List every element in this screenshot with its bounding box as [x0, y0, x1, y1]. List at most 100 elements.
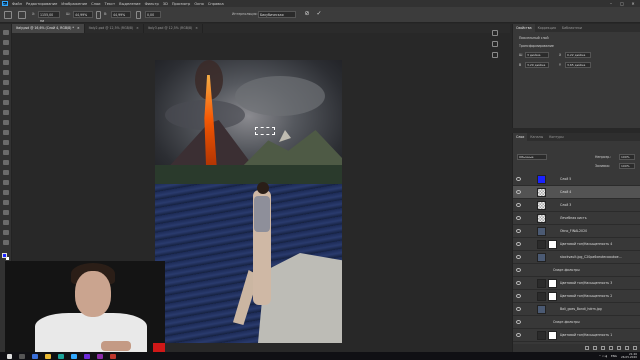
- quick-select-tool-icon[interactable]: [3, 60, 9, 65]
- menu-image[interactable]: Изображение: [61, 2, 87, 6]
- adjustment-layer-icon[interactable]: [609, 346, 613, 350]
- menu-edit[interactable]: Редактирование: [26, 2, 57, 6]
- layer-thumbnail[interactable]: [537, 201, 546, 210]
- menu-3d[interactable]: 3D: [163, 2, 168, 6]
- tab-italy2[interactable]: Italy2.psd @ 12,5% (RGB/8) ×: [85, 24, 144, 33]
- opacity-field[interactable]: 100%: [619, 154, 635, 160]
- tab-channels[interactable]: Каналы: [527, 133, 546, 141]
- after-effects-taskbar-icon[interactable]: [97, 353, 103, 359]
- layer-mask-thumbnail[interactable]: [548, 240, 557, 249]
- layer-row[interactable]: Okno_FINAL2020: [513, 225, 640, 238]
- new-group-icon[interactable]: [617, 346, 621, 350]
- maximize-button[interactable]: □: [617, 0, 627, 7]
- foreground-color-swatch[interactable]: [2, 253, 7, 258]
- menu-help[interactable]: Справка: [208, 2, 224, 6]
- x-field[interactable]: 1155,00 пи: [38, 11, 60, 23]
- brush-tool-icon[interactable]: [3, 110, 9, 115]
- tab-libraries[interactable]: Библиотеки: [559, 24, 585, 32]
- commit-transform-button[interactable]: ✓: [315, 10, 323, 18]
- interpolation-select[interactable]: Бикубическая: [258, 11, 296, 18]
- tray-icons[interactable]: ⌃ ▭ ◖: [599, 354, 607, 358]
- dodge-tool-icon[interactable]: [3, 170, 9, 175]
- layer-thumbnail[interactable]: [537, 279, 546, 288]
- move-tool-icon[interactable]: [4, 11, 12, 19]
- layer-style-icon[interactable]: [593, 346, 597, 350]
- visibility-eye-icon[interactable]: [516, 307, 521, 311]
- close-tab-icon[interactable]: ×: [195, 26, 198, 30]
- menu-select[interactable]: Выделение: [119, 2, 140, 6]
- close-tab-icon[interactable]: ×: [136, 26, 139, 30]
- visibility-eye-icon[interactable]: [516, 320, 521, 324]
- windows-start-icon[interactable]: [7, 353, 12, 359]
- blend-mode-select[interactable]: Обычные: [517, 154, 547, 160]
- hand-tool-icon[interactable]: [3, 220, 9, 225]
- visibility-eye-icon[interactable]: [516, 177, 521, 181]
- menu-filter[interactable]: Фильтр: [145, 2, 159, 6]
- language-indicator[interactable]: ENG: [611, 354, 617, 358]
- angle-field[interactable]: 0,00: [145, 11, 161, 18]
- layer-row[interactable]: Слой 3: [513, 199, 640, 212]
- layer-thumbnail[interactable]: [537, 227, 546, 236]
- transform-bounding-box[interactable]: [255, 127, 275, 135]
- tab-italy[interactable]: Italy.psd @ 16,6% (Слой 4, RGB/8) * ×: [12, 24, 85, 33]
- crop-tool-icon[interactable]: [3, 70, 9, 75]
- minimize-button[interactable]: –: [606, 0, 616, 7]
- fill-field[interactable]: 100%: [619, 163, 635, 169]
- layer-row[interactable]: Лечебная кисть: [513, 212, 640, 225]
- tab-adjustments[interactable]: Коррекция: [535, 24, 559, 32]
- move-tool-icon[interactable]: [3, 30, 9, 35]
- visibility-eye-icon[interactable]: [516, 268, 521, 272]
- tab-properties[interactable]: Свойства: [513, 24, 535, 32]
- layer-row[interactable]: Смарт-фильтры: [513, 316, 640, 329]
- layer-row[interactable]: Цветовой тон/Насыщенность 1: [513, 329, 640, 342]
- swatches-icon[interactable]: [492, 52, 498, 58]
- x-field[interactable]: 0,22 дюйма: [565, 52, 591, 58]
- menu-type[interactable]: Текст: [105, 2, 116, 6]
- close-button[interactable]: ✕: [628, 0, 638, 7]
- layer-thumbnail[interactable]: [537, 331, 546, 340]
- height-percent-field[interactable]: 44,99%: [111, 11, 131, 18]
- visibility-eye-icon[interactable]: [516, 255, 521, 259]
- eyedropper-tool-icon[interactable]: [3, 90, 9, 95]
- layer-thumbnail[interactable]: [537, 175, 546, 184]
- photoshop-taskbar-icon[interactable]: [71, 353, 77, 359]
- layer-thumbnail[interactable]: [537, 292, 546, 301]
- menu-view[interactable]: Просмотр: [172, 2, 190, 6]
- healing-brush-tool-icon[interactable]: [3, 100, 9, 105]
- cancel-transform-button[interactable]: ⊘: [303, 10, 311, 18]
- add-mask-icon[interactable]: [601, 346, 605, 350]
- close-tab-icon[interactable]: ×: [77, 26, 80, 30]
- layer-row[interactable]: Bali_goes_Bondi_hdrm.jpg: [513, 303, 640, 316]
- visibility-eye-icon[interactable]: [516, 281, 521, 285]
- search-icon[interactable]: [19, 353, 25, 359]
- layer-mask-thumbnail[interactable]: [548, 279, 557, 288]
- marquee-tool-icon[interactable]: [3, 40, 9, 45]
- link-layers-icon[interactable]: [585, 346, 589, 350]
- layer-thumbnail[interactable]: [537, 214, 546, 223]
- tab-layers[interactable]: Слои: [513, 133, 528, 141]
- visibility-eye-icon[interactable]: [516, 190, 521, 194]
- eraser-tool-icon[interactable]: [3, 140, 9, 145]
- layer-row[interactable]: stockvault.jpg_C20pa6xeutecoaukoe...: [513, 251, 640, 264]
- visibility-eye-icon[interactable]: [516, 294, 521, 298]
- color-icon[interactable]: [492, 41, 498, 47]
- visibility-eye-icon[interactable]: [516, 216, 521, 220]
- obs-taskbar-icon[interactable]: [110, 353, 116, 359]
- layer-thumbnail[interactable]: [537, 253, 546, 262]
- visibility-eye-icon[interactable]: [516, 333, 521, 337]
- visibility-eye-icon[interactable]: [516, 229, 521, 233]
- visibility-eye-icon[interactable]: [516, 203, 521, 207]
- tab-paths[interactable]: Контуры: [546, 133, 567, 141]
- rectangle-tool-icon[interactable]: [3, 210, 9, 215]
- menu-layers[interactable]: Слои: [91, 2, 100, 6]
- app-icon[interactable]: [58, 353, 64, 359]
- layer-row[interactable]: Цветовой тон/Насыщенность 4: [513, 238, 640, 251]
- clock[interactable]: 21:26 26.05.2020: [621, 352, 637, 359]
- layer-mask-thumbnail[interactable]: [548, 292, 557, 301]
- new-layer-icon[interactable]: [625, 346, 629, 350]
- frame-tool-icon[interactable]: [3, 80, 9, 85]
- file-explorer-icon[interactable]: [45, 353, 51, 359]
- reference-point-icon[interactable]: [18, 11, 26, 19]
- layer-mask-thumbnail[interactable]: [548, 331, 557, 340]
- trash-icon[interactable]: [633, 346, 637, 350]
